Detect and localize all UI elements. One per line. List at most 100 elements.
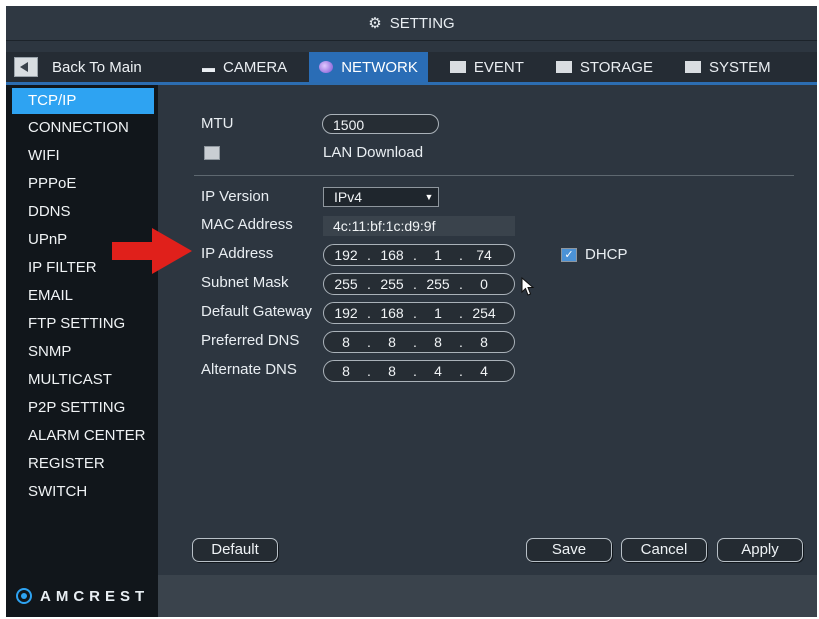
ip-address-field[interactable]: 192. 168. 1. 74 xyxy=(323,244,515,266)
ip-octet-4[interactable]: 74 xyxy=(466,247,502,263)
preferred-dns-field[interactable]: 8. 8. 8. 8 xyxy=(323,331,515,353)
window-title: SETTING xyxy=(389,14,455,32)
storage-icon xyxy=(555,61,572,73)
preferred-dns-label: Preferred DNS xyxy=(201,332,300,349)
octet-separator: . xyxy=(367,276,371,292)
mac-address-field: 4c:11:bf:1c:d9:9f xyxy=(323,216,515,236)
ip-address-label: IP Address xyxy=(201,245,274,262)
sidebar: TCP/IP CONNECTION WIFI PPPoE DDNS UPnP I… xyxy=(6,85,158,575)
sidebar-item-wifi[interactable]: WIFI xyxy=(6,142,158,170)
octet-separator: . xyxy=(367,334,371,350)
subnet-octet-1[interactable]: 255 xyxy=(328,276,364,292)
sidebar-item-ddns[interactable]: DDNS xyxy=(6,198,158,226)
tab-system[interactable]: SYSTEM xyxy=(675,52,781,82)
subnet-octet-3[interactable]: 255 xyxy=(420,276,456,292)
gateway-octet-4[interactable]: 254 xyxy=(466,305,502,321)
apply-button[interactable]: Apply xyxy=(717,538,803,562)
ip-version-label: IP Version xyxy=(201,188,270,205)
sidebar-item-pppoe[interactable]: PPPoE xyxy=(6,170,158,198)
red-arrow-indicator xyxy=(112,228,192,274)
sidebar-item-snmp[interactable]: SNMP xyxy=(6,338,158,366)
alternate-dns-field[interactable]: 8. 8. 4. 4 xyxy=(323,360,515,382)
pdns-octet-1[interactable]: 8 xyxy=(328,334,364,350)
back-arrow-icon xyxy=(14,57,38,77)
octet-separator: . xyxy=(459,363,463,379)
adns-octet-3[interactable]: 4 xyxy=(420,363,456,379)
octet-separator: . xyxy=(413,247,417,263)
octet-separator: . xyxy=(367,363,371,379)
pdns-octet-2[interactable]: 8 xyxy=(374,334,410,350)
subnet-octet-4[interactable]: 0 xyxy=(466,276,502,292)
title-bar: ⚙ SETTING xyxy=(6,6,817,41)
subnet-mask-field[interactable]: 255. 255. 255. 0 xyxy=(323,273,515,295)
octet-separator: . xyxy=(459,334,463,350)
tab-network-label: NETWORK xyxy=(341,58,418,76)
ip-version-value: IPv4 xyxy=(334,189,363,205)
save-button[interactable]: Save xyxy=(526,538,612,562)
adns-octet-4[interactable]: 4 xyxy=(466,363,502,379)
sidebar-item-multicast[interactable]: MULTICAST xyxy=(6,366,158,394)
mouse-cursor-icon xyxy=(521,277,535,296)
pdns-octet-3[interactable]: 8 xyxy=(420,334,456,350)
gateway-octet-3[interactable]: 1 xyxy=(420,305,456,321)
dhcp-checkbox[interactable]: ✓ xyxy=(561,248,577,262)
tab-network[interactable]: NETWORK xyxy=(309,52,428,82)
adns-octet-2[interactable]: 8 xyxy=(374,363,410,379)
sidebar-item-alarm-center[interactable]: ALARM CENTER xyxy=(6,422,158,450)
sidebar-item-ftp-setting[interactable]: FTP SETTING xyxy=(6,310,158,338)
tab-camera[interactable]: ▬ CAMERA xyxy=(192,52,297,82)
octet-separator: . xyxy=(413,276,417,292)
default-button[interactable]: Default xyxy=(192,538,278,562)
mtu-field[interactable]: 1500 xyxy=(322,114,439,134)
camera-icon: ▬ xyxy=(202,59,215,75)
tab-storage-label: STORAGE xyxy=(579,58,653,76)
octet-separator: . xyxy=(459,247,463,263)
octet-separator: . xyxy=(413,334,417,350)
tab-bar: ▬ CAMERA NETWORK EVENT STORAGE SYSTEM xyxy=(192,52,793,82)
system-icon xyxy=(684,61,701,73)
pdns-octet-4[interactable]: 8 xyxy=(466,334,502,350)
octet-separator: . xyxy=(413,363,417,379)
adns-octet-1[interactable]: 8 xyxy=(328,363,364,379)
lan-download-checkbox[interactable] xyxy=(204,146,220,160)
sidebar-item-switch[interactable]: SWITCH xyxy=(6,478,158,506)
sidebar-item-register[interactable]: REGISTER xyxy=(6,450,158,478)
tab-system-label: SYSTEM xyxy=(708,58,771,76)
octet-separator: . xyxy=(459,305,463,321)
section-divider xyxy=(194,175,794,176)
ip-octet-3[interactable]: 1 xyxy=(420,247,456,263)
tab-event[interactable]: EVENT xyxy=(440,52,534,82)
globe-icon xyxy=(319,61,334,73)
back-to-main-button[interactable]: Back To Main xyxy=(14,52,142,82)
cancel-button[interactable]: Cancel xyxy=(621,538,707,562)
octet-separator: . xyxy=(413,305,417,321)
tab-storage[interactable]: STORAGE xyxy=(546,52,663,82)
tcpip-settings-panel: MTU 1500 LAN Download IP Version IPv4 ▼ … xyxy=(158,85,817,617)
nav-bar: Back To Main ▬ CAMERA NETWORK EVENT STOR… xyxy=(6,52,817,82)
gateway-octet-2[interactable]: 168 xyxy=(374,305,410,321)
sidebar-item-email[interactable]: EMAIL xyxy=(6,282,158,310)
alternate-dns-label: Alternate DNS xyxy=(201,361,297,378)
sidebar-item-tcpip[interactable]: TCP/IP xyxy=(12,88,154,114)
default-gateway-field[interactable]: 192. 168. 1. 254 xyxy=(323,302,515,324)
gateway-octet-1[interactable]: 192 xyxy=(328,305,364,321)
octet-separator: . xyxy=(367,247,371,263)
chevron-down-icon: ▼ xyxy=(424,192,434,202)
event-icon xyxy=(449,61,466,73)
subnet-mask-label: Subnet Mask xyxy=(201,274,289,291)
tab-camera-label: CAMERA xyxy=(223,58,288,76)
subnet-octet-2[interactable]: 255 xyxy=(374,276,410,292)
ip-octet-2[interactable]: 168 xyxy=(374,247,410,263)
mtu-label: MTU xyxy=(201,115,234,132)
gear-icon: ⚙ xyxy=(368,15,382,32)
tab-event-label: EVENT xyxy=(473,58,524,76)
lan-download-label: LAN Download xyxy=(323,144,424,161)
ip-version-select[interactable]: IPv4 ▼ xyxy=(323,187,439,207)
ip-octet-1[interactable]: 192 xyxy=(328,247,364,263)
dhcp-label: DHCP xyxy=(585,246,628,263)
octet-separator: . xyxy=(459,276,463,292)
default-gateway-label: Default Gateway xyxy=(201,303,312,320)
sidebar-item-connection[interactable]: CONNECTION xyxy=(6,114,158,142)
sidebar-item-p2p-setting[interactable]: P2P SETTING xyxy=(6,394,158,422)
mac-address-label: MAC Address xyxy=(201,216,293,233)
